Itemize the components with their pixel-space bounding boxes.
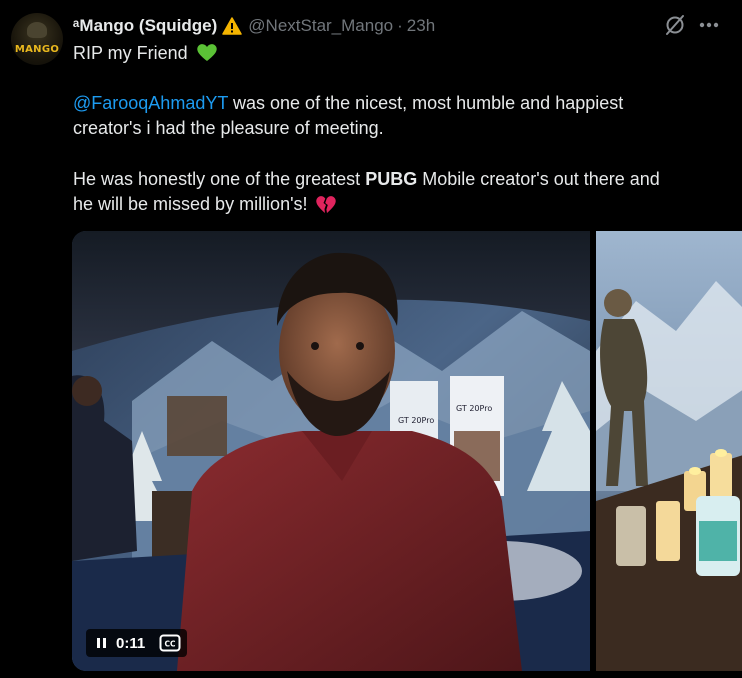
tweet[interactable]: MANGO ᵃMango (Squidge) @NextStar_Mango ·… <box>0 0 742 678</box>
tweet-text: was one of the nicest, most humble and h… <box>228 93 624 113</box>
mention-link[interactable]: @FarooqAhmadYT <box>73 93 228 113</box>
green-heart-icon <box>197 44 217 61</box>
tweet-text: He was honestly one of the greatest <box>73 169 366 189</box>
timestamp[interactable]: 23h <box>407 16 435 36</box>
tweet-header: ᵃMango (Squidge) @NextStar_Mango · 23h <box>73 14 435 38</box>
video-controls: 0:11 CC <box>86 629 188 657</box>
grok-icon[interactable] <box>664 14 686 36</box>
media-thumbnail-2[interactable] <box>596 231 742 671</box>
tweet-text: creator's i had the pleasure of meeting. <box>73 118 384 138</box>
tweet-text: RIP my Friend <box>73 43 188 63</box>
tweet-line-1: RIP my Friend <box>73 41 713 66</box>
video-player[interactable]: GT 20Pro GT 20Pro <box>72 231 590 671</box>
tweet-paragraph-3: He was honestly one of the greatest PUBG… <box>73 167 713 217</box>
tweet-text: Mobile creator's out there and <box>417 169 660 189</box>
video-frame: GT 20Pro GT 20Pro <box>72 231 590 671</box>
banner-left-text: GT 20Pro <box>398 416 434 425</box>
warning-icon <box>222 17 243 35</box>
cc-icon[interactable]: CC <box>159 634 181 652</box>
pause-icon[interactable] <box>92 633 112 653</box>
cc-label: CC <box>165 640 177 649</box>
broken-heart-icon <box>315 196 336 213</box>
tweet-text: he will be missed by million's! <box>73 194 308 214</box>
avatar[interactable]: MANGO <box>11 13 63 65</box>
avatar-logo: MANGO <box>14 44 60 55</box>
tweet-paragraph-2: @FarooqAhmadYT was one of the nicest, mo… <box>73 91 713 141</box>
video-timecode: 0:11 <box>116 634 146 652</box>
avatar-figure <box>27 22 47 38</box>
separator-dot: · <box>397 16 403 35</box>
banner-right-text: GT 20Pro <box>456 404 492 413</box>
more-icon[interactable] <box>697 14 721 36</box>
display-name[interactable]: ᵃMango (Squidge) <box>73 16 217 36</box>
handle[interactable]: @NextStar_Mango <box>248 16 393 36</box>
tweet-text-bold: PUBG <box>365 169 418 189</box>
image-frame <box>596 231 742 671</box>
